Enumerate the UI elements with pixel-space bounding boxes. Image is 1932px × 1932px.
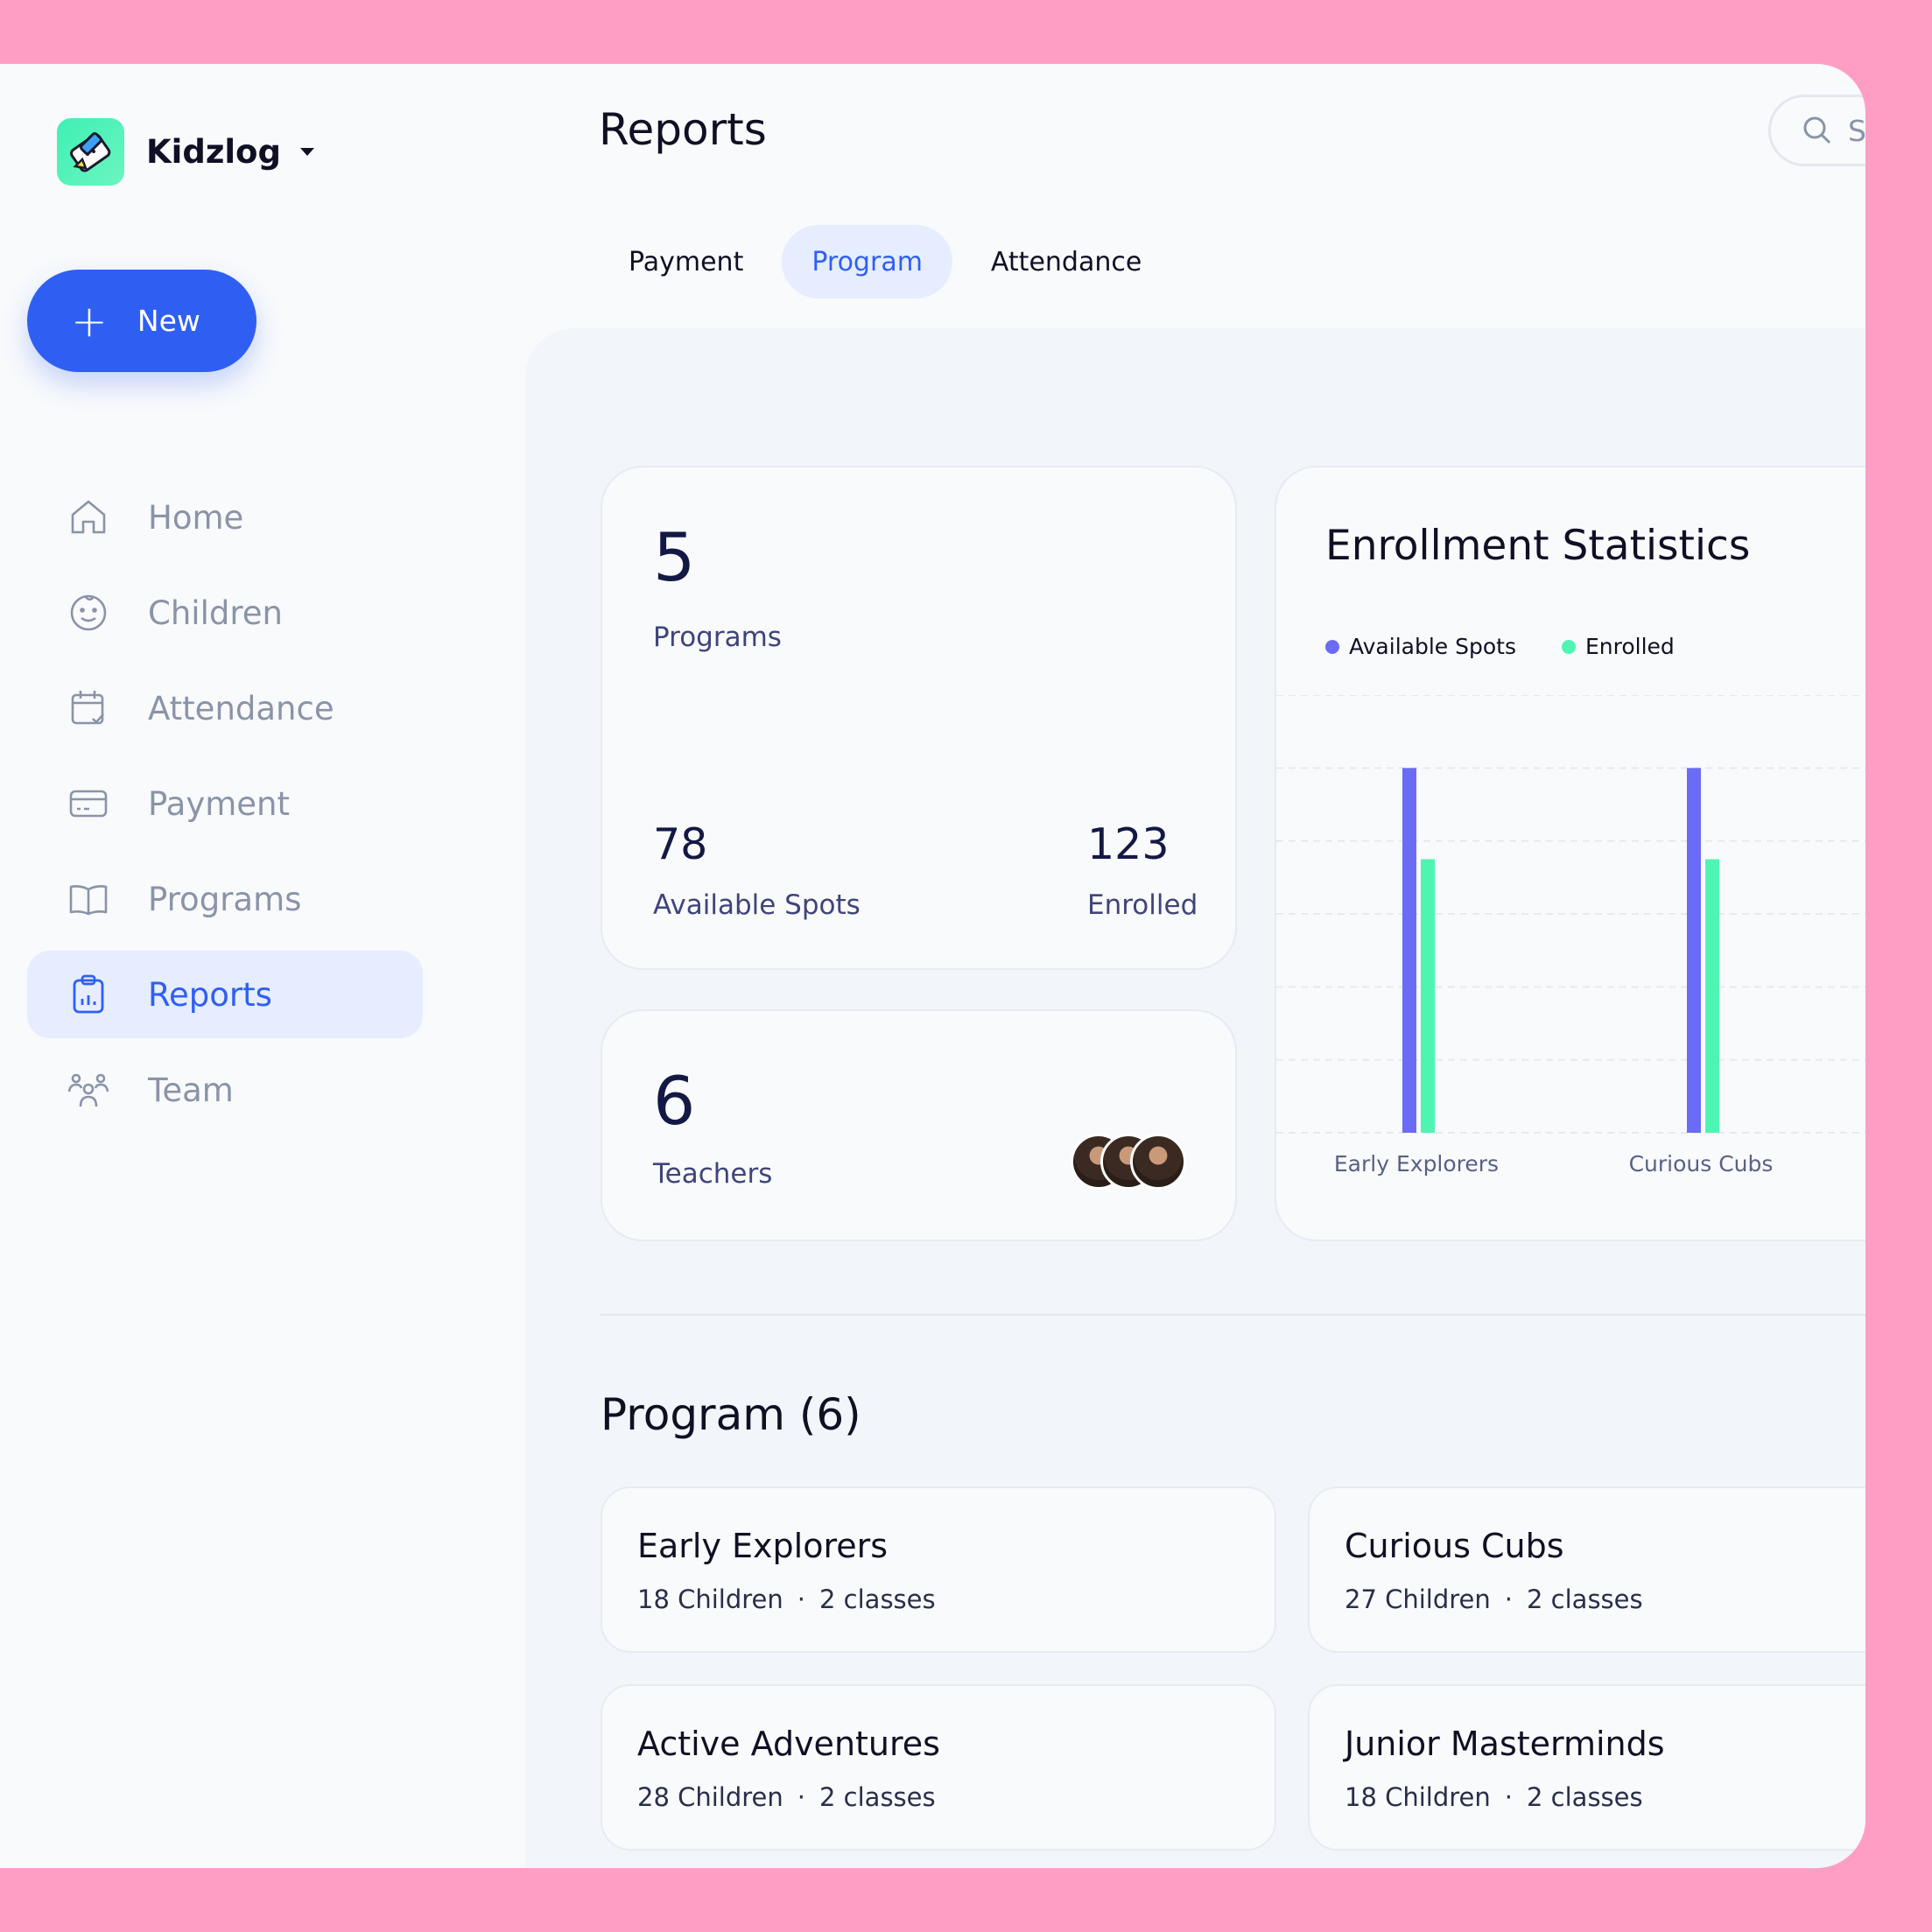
new-button-label: New — [137, 304, 200, 338]
section-divider — [601, 1314, 1865, 1316]
smiley-icon — [66, 590, 111, 636]
card-icon — [66, 781, 111, 826]
enrolled-label: Enrolled — [1087, 889, 1198, 921]
chart-bar[interactable] — [1421, 859, 1435, 1134]
sidebar-item-reports[interactable]: Reports — [27, 951, 423, 1038]
sidebar-item-label: Children — [148, 594, 283, 632]
x-tick-label: Early Explorers — [1334, 1151, 1499, 1177]
book-icon — [66, 876, 111, 922]
report-tabs: Payment Program Attendance — [599, 225, 1180, 299]
sidebar-item-team[interactable]: Team — [27, 1046, 423, 1134]
teachers-count: 6 — [653, 1062, 696, 1140]
available-label: Available Spots — [653, 889, 861, 921]
teachers-stat-card: 6 Teachers — [601, 1009, 1237, 1241]
chart-bar[interactable] — [1402, 768, 1416, 1133]
page-title: Reports — [599, 104, 767, 155]
teacher-avatars[interactable] — [1071, 1134, 1186, 1190]
search-placeholder: S — [1848, 113, 1865, 148]
legend-dot-enrolled — [1561, 639, 1576, 654]
program-card-curious-cubs[interactable]: Curious Cubs 27 Children · 2 classes — [1308, 1486, 1865, 1653]
sidebar-item-attendance[interactable]: Attendance — [27, 664, 423, 752]
sidebar-item-label: Reports — [148, 975, 272, 1014]
program-children: 18 Children — [1345, 1782, 1491, 1812]
calendar-check-icon — [66, 685, 111, 731]
new-button[interactable]: + New — [27, 270, 256, 372]
sidebar-item-label: Team — [148, 1071, 234, 1109]
program-card-junior-masterminds[interactable]: Junior Masterminds 18 Children · 2 classes — [1308, 1684, 1865, 1851]
brand-name: Kidzlog — [146, 133, 281, 171]
caret-down-icon — [299, 148, 314, 156]
chart-title: Enrollment Statistics — [1325, 522, 1751, 570]
program-classes: 2 classes — [819, 1584, 936, 1614]
sidebar-item-label: Programs — [148, 880, 302, 918]
x-tick-label: Curious Cubs — [1629, 1151, 1774, 1177]
clipboard-chart-icon — [66, 972, 111, 1017]
chart-legend: Available Spots Enrolled — [1325, 634, 1720, 659]
program-name: Active Adventures — [637, 1725, 940, 1763]
legend-item-available: Available Spots — [1325, 634, 1516, 659]
program-classes: 2 classes — [819, 1782, 936, 1812]
program-meta: 28 Children · 2 classes — [637, 1782, 1275, 1812]
available-count: 78 — [653, 819, 708, 869]
sidebar-item-home[interactable]: Home — [27, 474, 423, 561]
program-children: 28 Children — [637, 1782, 783, 1812]
programs-stat-card: 5 Programs 78 Available Spots 123 Enroll… — [601, 466, 1237, 970]
sidebar-item-label: Home — [148, 498, 244, 537]
teachers-label: Teachers — [653, 1158, 773, 1190]
enrollment-chart-card: Enrollment Statistics Available Spots En… — [1275, 466, 1865, 1241]
app-window: Kidzlog + New Home Children Attendance P… — [0, 64, 1865, 1868]
kidzlog-logo-icon — [57, 118, 124, 186]
avatar — [1130, 1134, 1186, 1190]
sidebar-item-children[interactable]: Children — [27, 569, 423, 657]
plus-icon: + — [71, 295, 108, 347]
sidebar-item-programs[interactable]: Programs — [27, 855, 423, 943]
program-section-title: Program (6) — [601, 1389, 861, 1440]
search-icon — [1803, 116, 1831, 144]
legend-label: Enrolled — [1584, 634, 1675, 659]
tab-payment[interactable]: Payment — [599, 225, 773, 299]
program-card-active-adventures[interactable]: Active Adventures 28 Children · 2 classes — [601, 1684, 1276, 1851]
sidebar-item-label: Attendance — [148, 689, 334, 727]
program-classes: 2 classes — [1527, 1782, 1643, 1812]
program-children: 18 Children — [637, 1584, 783, 1614]
program-card-early-explorers[interactable]: Early Explorers 18 Children · 2 classes — [601, 1486, 1276, 1653]
sidebar-nav: Home Children Attendance Payment Program… — [27, 474, 423, 1142]
program-name: Junior Masterminds — [1345, 1725, 1665, 1763]
search-input[interactable]: S — [1768, 95, 1865, 166]
brand-switcher[interactable]: Kidzlog — [57, 118, 314, 186]
program-meta: 18 Children · 2 classes — [1345, 1782, 1865, 1812]
program-children: 27 Children — [1345, 1584, 1491, 1614]
separator-dot: · — [1504, 1782, 1513, 1812]
separator-dot: · — [797, 1782, 805, 1812]
program-classes: 2 classes — [1527, 1584, 1643, 1614]
separator-dot: · — [1504, 1584, 1513, 1614]
legend-dot-available — [1325, 639, 1339, 654]
program-name: Early Explorers — [637, 1527, 889, 1565]
program-name: Curious Cubs — [1345, 1527, 1564, 1565]
legend-label: Available Spots — [1349, 634, 1516, 659]
program-meta: 27 Children · 2 classes — [1345, 1584, 1865, 1614]
tab-attendance[interactable]: Attendance — [961, 225, 1171, 299]
chart-bar[interactable] — [1705, 859, 1719, 1134]
enrolled-count: 123 — [1087, 819, 1170, 869]
program-meta: 18 Children · 2 classes — [637, 1584, 1275, 1614]
report-content: 5 Programs 78 Available Spots 123 Enroll… — [525, 328, 1865, 1868]
programs-label: Programs — [653, 622, 782, 653]
home-icon — [66, 495, 111, 540]
separator-dot: · — [797, 1584, 805, 1614]
sidebar-item-label: Payment — [148, 784, 290, 823]
chart-bar[interactable] — [1687, 768, 1701, 1133]
legend-item-enrolled: Enrolled — [1561, 634, 1675, 659]
tab-program[interactable]: Program — [782, 225, 952, 299]
enrollment-bar-chart: Early Explorers Curious Cubs — [1276, 695, 1865, 1177]
programs-count: 5 — [653, 518, 696, 596]
team-icon — [66, 1067, 111, 1113]
sidebar-item-payment[interactable]: Payment — [27, 760, 423, 847]
